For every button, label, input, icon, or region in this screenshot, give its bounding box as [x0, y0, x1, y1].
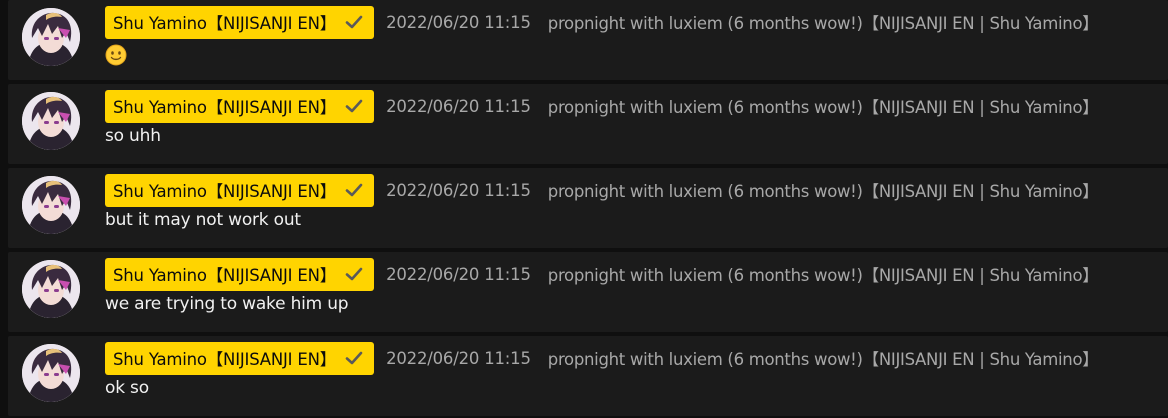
- timestamp: 2022/06/20 11:15: [386, 264, 531, 284]
- checkmark-icon: [345, 99, 363, 113]
- message-text: we are trying to wake him up: [105, 294, 349, 314]
- timestamp: 2022/06/20 11:15: [386, 180, 531, 200]
- avatar-image: [22, 92, 80, 150]
- avatar-image: [22, 8, 80, 66]
- chat-message: Shu Yamino【NIJISANJI EN】 2022/06/20 11:1…: [8, 0, 1168, 80]
- checkmark-icon: [345, 267, 363, 281]
- checkmark-icon: [345, 15, 363, 29]
- avatar-image: [22, 260, 80, 318]
- checkmark-icon: [345, 183, 363, 197]
- avatar-image: [22, 344, 80, 402]
- avatar[interactable]: [22, 344, 80, 402]
- chat-feed: Shu Yamino【NIJISANJI EN】 2022/06/20 11:1…: [0, 0, 1168, 418]
- message-header: Shu Yamino【NIJISANJI EN】 2022/06/20 11:1…: [105, 341, 1099, 375]
- stream-title: propnight with luxiem (6 months wow!)【NI…: [547, 266, 1099, 285]
- stream-title: propnight with luxiem (6 months wow!)【NI…: [547, 14, 1099, 33]
- stream-title: propnight with luxiem (6 months wow!)【NI…: [547, 182, 1099, 201]
- slightly-smiling-face-icon: [105, 44, 127, 66]
- chat-message: Shu Yamino【NIJISANJI EN】 2022/06/20 11:1…: [8, 168, 1168, 248]
- author-name-badge[interactable]: Shu Yamino【NIJISANJI EN】: [105, 173, 375, 207]
- author-name[interactable]: Shu Yamino【NIJISANJI EN】: [113, 346, 336, 370]
- chat-message: Shu Yamino【NIJISANJI EN】 2022/06/20 11:1…: [8, 84, 1168, 164]
- message-header: Shu Yamino【NIJISANJI EN】 2022/06/20 11:1…: [105, 89, 1099, 123]
- author-name[interactable]: Shu Yamino【NIJISANJI EN】: [113, 10, 336, 34]
- avatar[interactable]: [22, 176, 80, 234]
- message-text: but it may not work out: [105, 210, 301, 230]
- timestamp: 2022/06/20 11:15: [386, 12, 531, 32]
- avatar[interactable]: [22, 8, 80, 66]
- author-name-badge[interactable]: Shu Yamino【NIJISANJI EN】: [105, 89, 375, 123]
- author-name-badge[interactable]: Shu Yamino【NIJISANJI EN】: [105, 257, 375, 291]
- stream-title: propnight with luxiem (6 months wow!)【NI…: [547, 350, 1099, 369]
- author-name-badge[interactable]: Shu Yamino【NIJISANJI EN】: [105, 5, 375, 39]
- checkmark-icon: [345, 351, 363, 365]
- avatar-image: [22, 176, 80, 234]
- avatar[interactable]: [22, 92, 80, 150]
- avatar[interactable]: [22, 260, 80, 318]
- stream-title: propnight with luxiem (6 months wow!)【NI…: [547, 98, 1099, 117]
- message-header: Shu Yamino【NIJISANJI EN】 2022/06/20 11:1…: [105, 173, 1099, 207]
- timestamp: 2022/06/20 11:15: [386, 96, 531, 116]
- author-name-badge[interactable]: Shu Yamino【NIJISANJI EN】: [105, 341, 375, 375]
- message-text: so uhh: [105, 126, 161, 146]
- message-text: [105, 42, 127, 71]
- message-header: Shu Yamino【NIJISANJI EN】 2022/06/20 11:1…: [105, 257, 1099, 291]
- author-name[interactable]: Shu Yamino【NIJISANJI EN】: [113, 94, 336, 118]
- chat-message: Shu Yamino【NIJISANJI EN】 2022/06/20 11:1…: [8, 252, 1168, 332]
- author-name[interactable]: Shu Yamino【NIJISANJI EN】: [113, 262, 336, 286]
- message-text: ok so: [105, 378, 149, 398]
- author-name[interactable]: Shu Yamino【NIJISANJI EN】: [113, 178, 336, 202]
- chat-message: Shu Yamino【NIJISANJI EN】 2022/06/20 11:1…: [8, 336, 1168, 416]
- timestamp: 2022/06/20 11:15: [386, 348, 531, 368]
- message-header: Shu Yamino【NIJISANJI EN】 2022/06/20 11:1…: [105, 5, 1099, 39]
